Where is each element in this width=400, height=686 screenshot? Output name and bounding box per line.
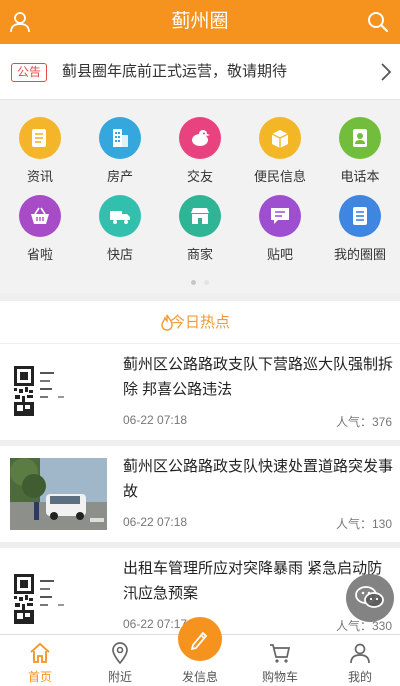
building-icon [99, 117, 141, 159]
tab-label: 我的 [347, 670, 372, 684]
tab-cart[interactable]: 购物车 [240, 635, 320, 686]
category-label: 省啦 [26, 247, 53, 262]
news-date: 06-22 07:18 [123, 413, 188, 427]
home-icon [30, 642, 50, 663]
news-date: 06-22 07:17 [123, 617, 188, 631]
phonebook-icon [339, 117, 381, 159]
category-savings[interactable]: 省啦 [0, 195, 80, 263]
category-label: 资讯 [26, 169, 53, 184]
tab-label: 发信息 [181, 670, 218, 684]
news-title: 蓟州区公路路政支队下营路巡大队强制拆除 邦喜公路违法 [123, 356, 394, 398]
location-icon [112, 642, 128, 665]
tab-home[interactable]: 首页 [0, 635, 80, 686]
tab-nearby[interactable]: 附近 [80, 635, 160, 686]
top-bar: 蓟州圈 [0, 0, 400, 44]
category-dating[interactable]: 交友 [160, 117, 240, 185]
category-label: 我的圈圈 [333, 247, 386, 262]
tab-label: 附近 [107, 670, 132, 684]
pen-icon [190, 631, 208, 650]
category-news[interactable]: 资讯 [0, 117, 80, 185]
category-label: 房产 [106, 169, 133, 184]
news-date: 06-22 07:18 [123, 515, 188, 529]
announcement-text: 蓟县圈年底前正式运营，敬请期待 [62, 63, 288, 80]
category-label: 电话本 [340, 169, 380, 184]
page-dot [204, 280, 210, 285]
news-item[interactable]: 蓟州区公路路政支队下营路巡大队强制拆除 邦喜公路违法 06-22 07:18 人… [0, 344, 400, 440]
hot-section-title: 今日热点 [169, 314, 230, 331]
chevron-right-icon [380, 62, 392, 82]
person-icon [350, 643, 370, 664]
category-forum[interactable]: 贴吧 [240, 195, 320, 263]
news-popularity: 人气：130 [335, 517, 392, 531]
search-icon[interactable] [364, 8, 392, 36]
news-title: 蓟州区公路路政支队快速处置道路突发事故 [123, 458, 394, 500]
tab-label: 购物车 [261, 670, 298, 684]
news-thumbnail-qr [10, 560, 107, 632]
announcement-badge: 公告 [11, 63, 47, 82]
truck-icon [99, 195, 141, 237]
basket-icon [19, 195, 61, 237]
category-label: 贴吧 [266, 247, 293, 262]
announcement-bar[interactable]: 公告 蓟县圈年底前正式运营，敬请期待 [0, 44, 400, 100]
shop-icon [179, 195, 221, 237]
tab-label: 首页 [27, 670, 52, 684]
category-label: 便民信息 [253, 169, 306, 184]
page-indicator [0, 272, 400, 290]
category-realestate[interactable]: 房产 [80, 117, 160, 185]
tab-profile[interactable]: 我的 [320, 635, 400, 686]
category-phonebook[interactable]: 电话本 [320, 117, 400, 185]
category-label: 商家 [186, 247, 213, 262]
page-title: 蓟州圈 [171, 11, 229, 32]
box-icon [259, 117, 301, 159]
category-label: 快店 [106, 247, 133, 262]
category-quickshop[interactable]: 快店 [80, 195, 160, 263]
news-thumbnail-photo [10, 458, 107, 530]
list-icon [339, 195, 381, 237]
page-dot-active [190, 280, 196, 285]
category-convenience[interactable]: 便民信息 [240, 117, 320, 185]
category-merchants[interactable]: 商家 [160, 195, 240, 263]
hot-section-header: 今日热点 [0, 301, 400, 344]
bird-icon [179, 117, 221, 159]
wechat-share-button[interactable] [346, 574, 394, 622]
chat-icon [259, 195, 301, 237]
news-icon [19, 117, 61, 159]
category-label: 交友 [186, 169, 213, 184]
news-popularity: 人气：376 [335, 415, 392, 429]
cart-icon [270, 644, 291, 663]
category-my-circle[interactable]: 我的圈圈 [320, 195, 400, 263]
news-thumbnail-qr [10, 356, 107, 428]
category-grid: 资讯 房产 交友 便民信息 电话本 省啦 快店 商家 贴吧 我的圈圈 [0, 100, 400, 293]
news-item[interactable]: 蓟州区公路路政支队快速处置道路突发事故 06-22 07:18 人气：130 [0, 446, 400, 542]
publish-button[interactable] [178, 617, 222, 661]
